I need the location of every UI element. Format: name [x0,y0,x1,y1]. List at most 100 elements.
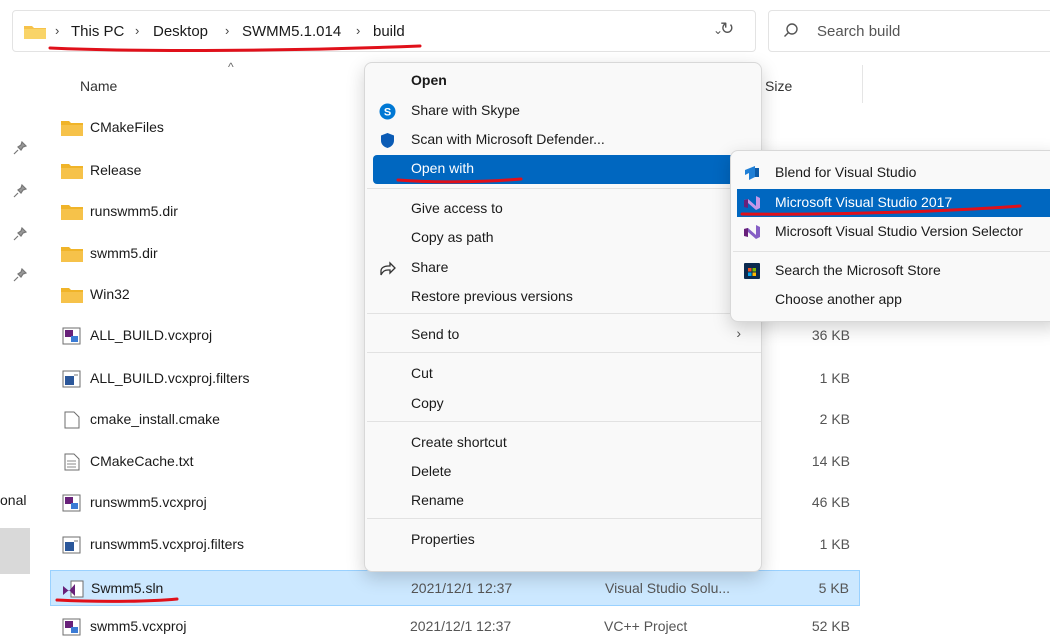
menu-item-label: Cut [411,365,433,381]
menu-item-label: Give access to [411,200,503,216]
file-size: 14 KB [811,453,850,469]
menu-separator [367,188,761,189]
file-name: cmake_install.cmake [90,411,220,427]
menu-separator [733,251,1050,252]
folder-icon [60,203,84,221]
file-type: VC++ Project [604,618,688,634]
chevron-right-icon: › [736,325,741,341]
blend-icon [743,164,761,182]
file-name: ALL_BUILD.vcxproj [90,327,213,343]
menu-item-label: Scan with Microsoft Defender... [411,131,605,147]
file-size: 1 KB [819,536,850,552]
breadcrumb-desktop[interactable]: Desktop [153,23,208,40]
file-name: runswmm5.vcxproj [90,494,207,510]
file-name: Win32 [90,286,130,302]
context-menu: Open S Share with Skype Scan with Microsoft… [364,62,762,572]
folder-icon [60,245,84,263]
breadcrumb-swmm[interactable]: SWMM5.1.014 [242,23,341,40]
pin-icon[interactable] [13,141,27,155]
menu-item-scan-with-microsoft-defender[interactable]: Scan with Microsoft Defender... [373,126,753,155]
file-size: 52 KB [811,618,850,634]
column-header-size[interactable]: Size [765,78,792,94]
defender-shield-icon [379,132,396,149]
pin-icon[interactable] [13,268,27,282]
menu-item-restore-previous-versions[interactable]: Restore previous versions [373,283,753,312]
menu-item-copy-as-path[interactable]: Copy as path [373,224,753,253]
menu-separator [367,313,761,314]
chevron-right-icon[interactable]: › [55,23,59,38]
menu-item-delete[interactable]: Delete [373,458,753,487]
pin-icon[interactable] [13,184,27,198]
search-box[interactable]: Search build [768,10,1050,52]
skype-icon: S [379,103,396,120]
file-size: 36 KB [811,327,850,343]
menu-separator [367,518,761,519]
submenu-item-microsoft-visual-studio-version-selector[interactable]: Microsoft Visual Studio Version Selector [737,218,1050,246]
menu-item-label: Properties [411,531,475,547]
breadcrumb-this-pc[interactable]: This PC [71,23,124,40]
share-icon [379,260,396,277]
submenu-item-label: Choose another app [775,291,902,307]
menu-item-share[interactable]: Share [373,254,753,283]
address-bar[interactable]: › This PC › Desktop › SWMM5.1.014 › buil… [12,10,756,52]
submenu-item-label: Microsoft Visual Studio 2017 [775,194,953,210]
file-name: swmm5.vcxproj [90,618,187,634]
visual-studio-icon [743,194,761,212]
menu-item-label: Create shortcut [411,434,507,450]
menu-item-properties[interactable]: Properties [373,526,753,555]
menu-item-cut[interactable]: Cut [373,360,753,389]
file-name: runswmm5.vcxproj.filters [90,536,245,552]
menu-item-label: Open with [411,160,475,176]
menu-item-share-with-skype[interactable]: S Share with Skype [373,97,753,126]
menu-item-label: Rename [411,492,464,508]
nav-item-partial[interactable]: onal [0,492,26,508]
submenu-item-blend-for-visual-studio[interactable]: Blend for Visual Studio [737,159,1050,187]
menu-item-label: Copy as path [411,229,494,245]
file-name: CMakeFiles [90,119,164,135]
svg-text:S: S [384,107,391,119]
chevron-right-icon[interactable]: › [225,23,229,38]
menu-item-label: Share [411,259,449,275]
search-input[interactable]: Search build [817,23,900,40]
menu-item-copy[interactable]: Copy [373,390,753,419]
file-name: CMakeCache.txt [90,453,194,469]
submenu-item-search-the-microsoft-store[interactable]: Search the Microsoft Store [737,257,1050,285]
refresh-icon[interactable]: ↻ [720,19,734,39]
file-name: ALL_BUILD.vcxproj.filters [90,370,250,386]
vcxproj-icon [60,618,84,636]
menu-item-open[interactable]: Open [373,67,753,96]
submenu-item-microsoft-visual-studio-2017[interactable]: Microsoft Visual Studio 2017 [737,189,1050,217]
file-type: Visual Studio Solu... [605,580,731,596]
menu-separator [367,352,761,353]
file-size: 2 KB [819,411,850,427]
menu-item-open-with[interactable]: Open with› [373,155,753,184]
file-size: 5 KB [818,580,849,596]
vcxproj-icon [60,327,84,345]
filters-icon [60,370,84,388]
menu-item-create-shortcut[interactable]: Create shortcut [373,429,753,458]
menu-item-send-to[interactable]: Send to › [373,321,753,350]
file-name: Swmm5.sln [91,580,164,596]
file-date: 2021/12/1 12:37 [411,580,513,596]
breadcrumb-build[interactable]: build [373,23,405,40]
file-size: 46 KB [811,494,850,510]
column-header-name[interactable]: Name [80,78,117,94]
chevron-right-icon[interactable]: › [135,23,139,38]
folder-icon [24,26,46,39]
file-row-swmm5-vcxproj[interactable]: swmm5.vcxproj 2021/12/1 12:37 VC++ Project… [50,609,860,638]
sln-icon [61,580,85,598]
file-name: Release [90,162,142,178]
file-name: swmm5.dir [90,245,158,261]
menu-item-rename[interactable]: Rename [373,487,753,516]
file-row-swmm5-sln[interactable]: Swmm5.sln 2021/12/1 12:37 Visual Studio So… [50,570,860,606]
submenu-item-choose-another-app[interactable]: Choose another app [737,286,1050,314]
nav-item-selected[interactable] [0,528,30,574]
column-divider[interactable] [862,65,863,103]
menu-item-give-access-to[interactable]: Give access to› [373,195,753,224]
chevron-right-icon[interactable]: › [356,23,360,38]
menu-separator [367,421,761,422]
search-icon [784,23,798,37]
text-file-icon [60,453,84,471]
file-icon [60,411,84,429]
pin-icon[interactable] [13,227,27,241]
